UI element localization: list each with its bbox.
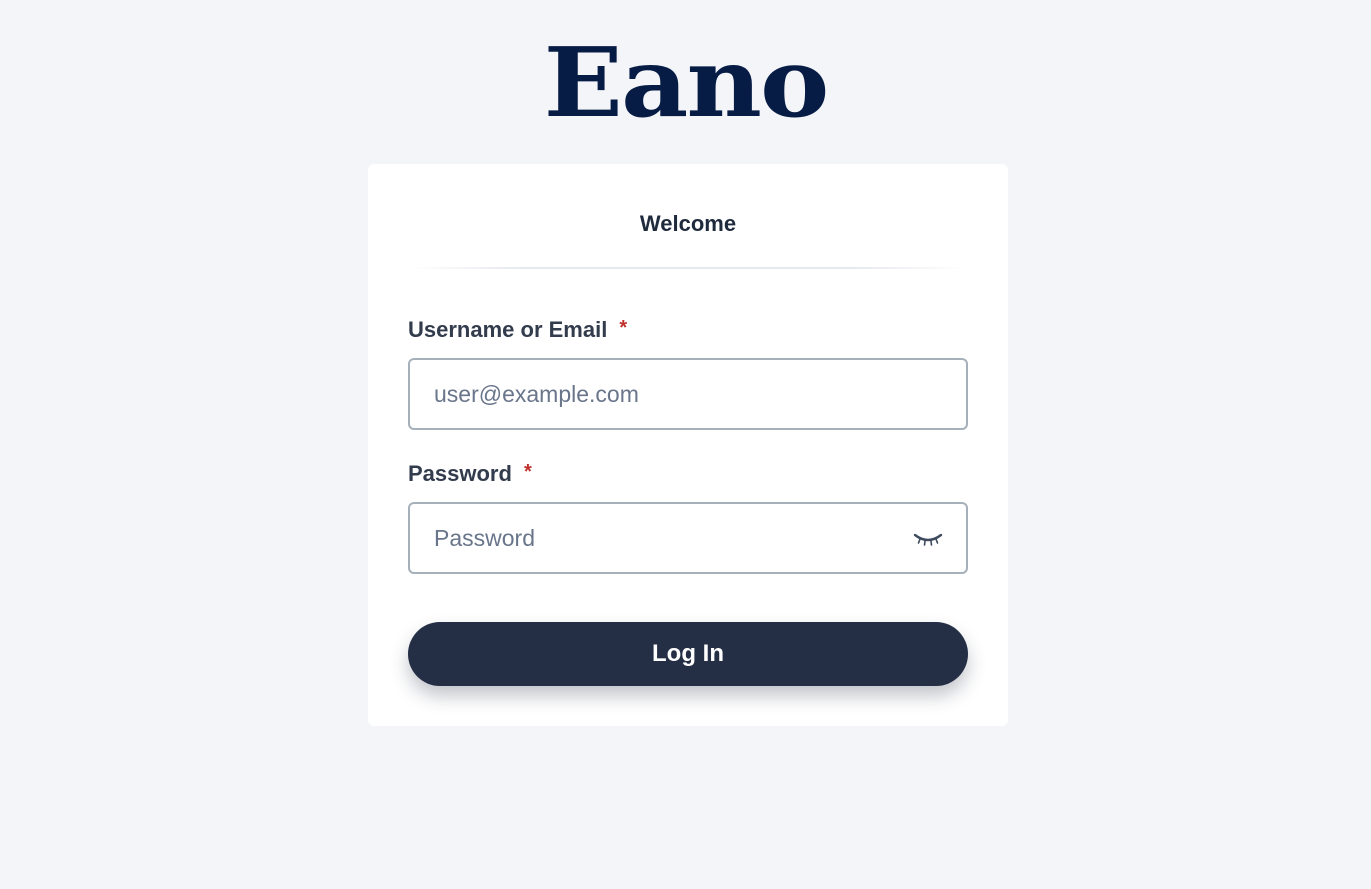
username-label: Username or Email * xyxy=(408,316,627,345)
password-field-box[interactable] xyxy=(408,502,968,574)
password-input[interactable] xyxy=(434,504,894,572)
username-label-text: Username or Email xyxy=(408,317,608,342)
username-field-box[interactable] xyxy=(408,358,968,430)
eye-closed-icon[interactable] xyxy=(912,526,944,550)
password-required-mark: * xyxy=(523,461,532,483)
username-required-mark: * xyxy=(619,317,628,339)
login-button[interactable]: Log In xyxy=(408,622,968,686)
title-divider xyxy=(408,267,968,269)
card-title: Welcome xyxy=(639,211,737,236)
password-label-text: Password xyxy=(408,461,512,486)
password-label: Password * xyxy=(408,460,532,489)
username-input[interactable] xyxy=(434,360,894,428)
brand-logo: Eano xyxy=(543,25,830,140)
